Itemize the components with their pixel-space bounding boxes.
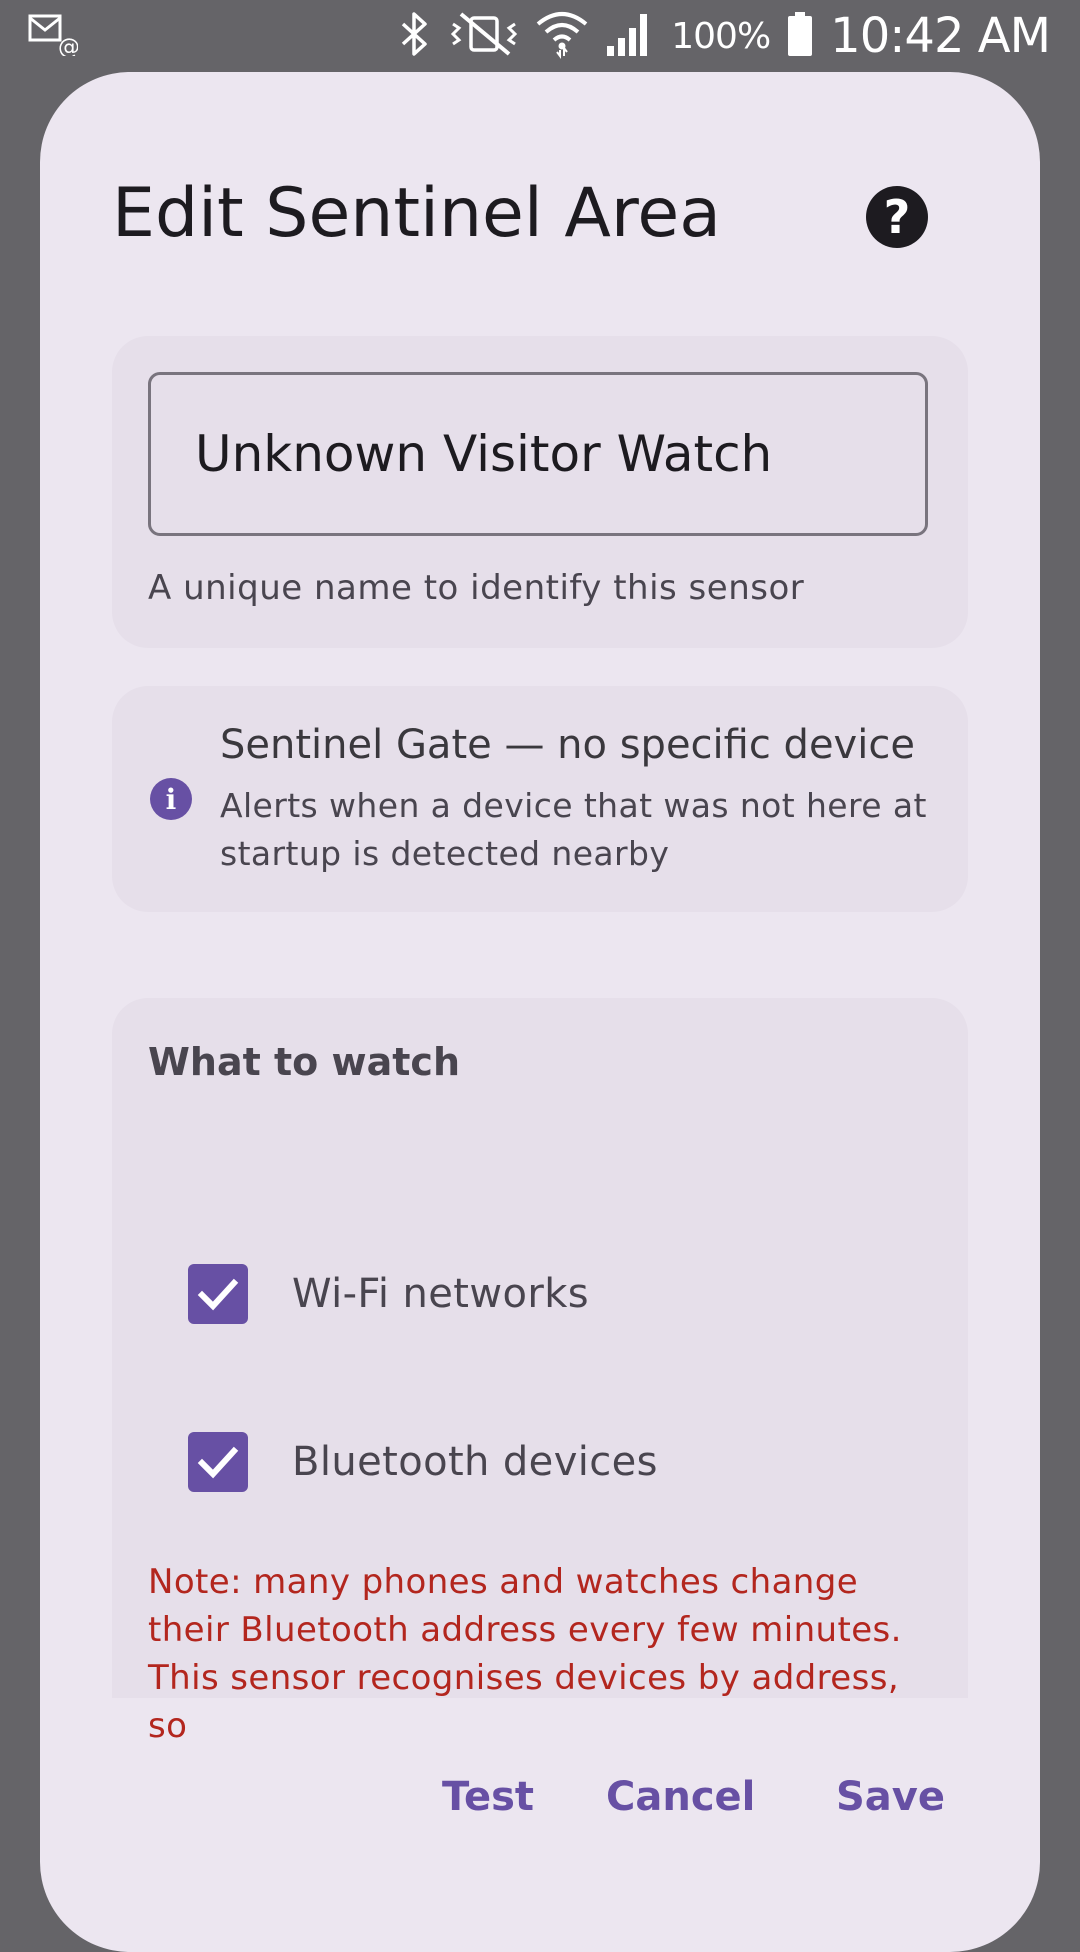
- bluetooth-checkbox[interactable]: [188, 1432, 248, 1492]
- signal-icon: [605, 10, 655, 62]
- check-icon: [197, 1278, 239, 1311]
- sensor-name-input[interactable]: [148, 372, 928, 536]
- name-card: A unique name to identify this sensor: [112, 336, 968, 648]
- wifi-icon: [535, 8, 589, 64]
- status-bar: @ 100% 10:42 AM: [0, 0, 1080, 72]
- section-title: What to watch: [148, 1040, 460, 1084]
- save-button[interactable]: Save: [836, 1774, 945, 1820]
- cancel-button[interactable]: Cancel: [606, 1774, 755, 1820]
- clock: 10:42 AM: [830, 8, 1051, 64]
- info-icon: i: [150, 778, 192, 820]
- info-card: i Sentinel Gate — no specific device Ale…: [112, 686, 968, 912]
- wifi-option[interactable]: Wi-Fi networks: [188, 1264, 589, 1324]
- svg-text:@: @: [58, 35, 78, 56]
- wifi-label: Wi-Fi networks: [292, 1271, 590, 1317]
- bluetooth-icon: [397, 10, 433, 62]
- vibrate-mute-icon: [449, 10, 519, 62]
- wifi-checkbox[interactable]: [188, 1264, 248, 1324]
- bluetooth-option[interactable]: Bluetooth devices: [188, 1432, 658, 1492]
- watch-card: What to watch Wi-Fi networks Bluetooth d…: [112, 998, 968, 1746]
- dialog-title: Edit Sentinel Area: [112, 174, 721, 253]
- info-description: Alerts when a device that was not here a…: [220, 786, 927, 873]
- test-button[interactable]: Test: [442, 1774, 534, 1820]
- battery-percentage: 100%: [671, 15, 771, 57]
- bluetooth-note: Note: many phones and watches change the…: [148, 1562, 902, 1746]
- notification-email-icon: @: [28, 12, 80, 60]
- battery-icon: [786, 10, 814, 62]
- help-circle-icon[interactable]: ?: [866, 186, 928, 248]
- edit-sentinel-dialog: Edit Sentinel Area ? A unique name to id…: [40, 72, 1040, 1952]
- info-title: Sentinel Gate — no specific device: [220, 722, 915, 768]
- check-icon: [197, 1446, 239, 1479]
- name-helper-text: A unique name to identify this sensor: [148, 568, 805, 608]
- bluetooth-label: Bluetooth devices: [292, 1439, 658, 1485]
